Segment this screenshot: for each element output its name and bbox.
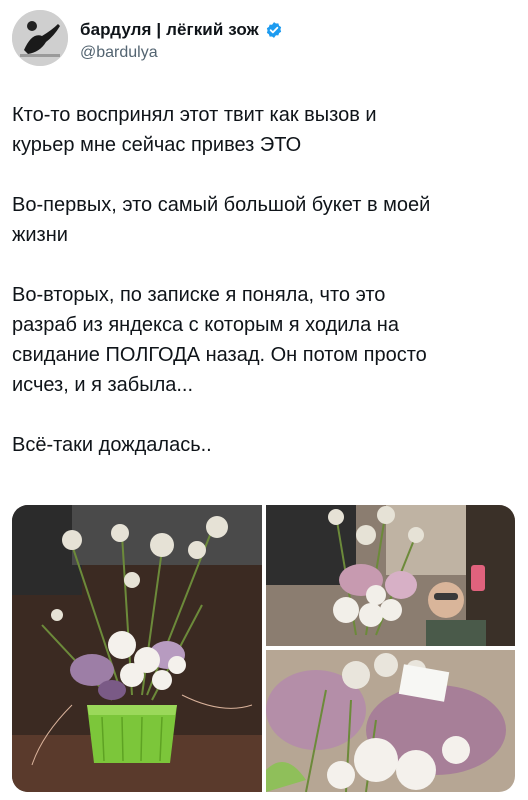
author-display-name[interactable]: бардуля | лёгкий зож <box>80 20 259 40</box>
tweet-paragraph: Кто-то воспринял этот твит как вызов и к… <box>12 104 377 156</box>
author-handle[interactable]: @bardulya <box>80 44 158 62</box>
bouquet-in-green-basket-photo-icon <box>12 505 262 792</box>
tweet-paragraph: Во-вторых, по записке я поняла, что это … <box>12 284 427 396</box>
tweet-media-grid <box>12 505 515 792</box>
tweet-paragraph: Всё-таки дождалась.. <box>12 434 212 456</box>
avatar[interactable] <box>12 10 68 66</box>
media-image-bouquet-closeup[interactable] <box>266 650 515 792</box>
avatar-photo-icon <box>12 10 68 66</box>
media-image-bouquet-basket[interactable] <box>12 505 262 792</box>
bouquet-closeup-with-note-photo-icon <box>266 650 515 792</box>
tweet-text: Кто-то воспринял этот твит как вызов и к… <box>12 100 512 490</box>
tweet-header: бардуля | лёгкий зож @bardulya <box>12 10 512 66</box>
media-image-bouquet-selfie[interactable] <box>266 505 515 646</box>
verified-badge-icon <box>265 21 283 39</box>
bouquet-mirror-selfie-photo-icon <box>266 505 515 646</box>
tweet-paragraph: Во-первых, это самый большой букет в мое… <box>12 194 431 246</box>
